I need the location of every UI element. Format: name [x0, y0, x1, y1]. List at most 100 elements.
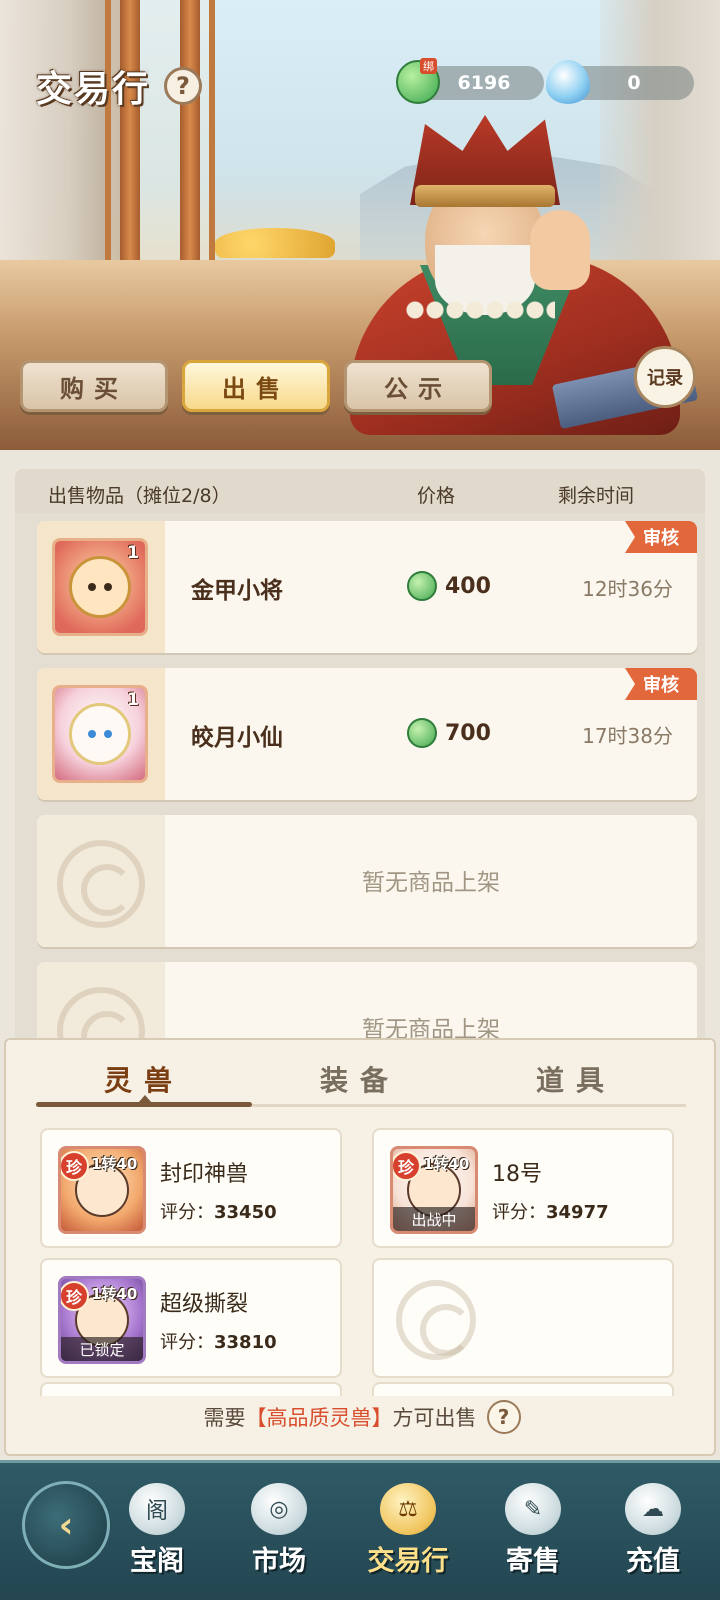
- bottom-nav: ‹ 阁 宝阁 ◎ 市场 ⚖ 交易行 ✎ 寄售 ☁ 充值: [0, 1460, 720, 1600]
- help-icon[interactable]: ?: [164, 67, 203, 105]
- nav-label: 寄售: [506, 1546, 560, 1577]
- row-icon-area: [37, 815, 165, 947]
- rare-badge: 珍: [393, 1151, 421, 1181]
- page-header: 交易行 ?: [36, 60, 203, 112]
- hint-highlight: 【高品质灵兽】: [245, 1406, 393, 1430]
- row-icon-area: [37, 962, 165, 1039]
- page-title: 交易行: [36, 69, 151, 110]
- beast-card[interactable]: 珍 1转40 出战中 18号 评分：34977: [372, 1128, 674, 1248]
- item-name: 皎月小仙: [191, 725, 283, 751]
- nav-item-consignment[interactable]: ✎ 寄售: [478, 1483, 588, 1578]
- review-badge: 审核: [625, 521, 697, 553]
- beast-name: 封印神兽: [160, 1162, 249, 1187]
- empty-slot[interactable]: 暂无商品上架: [37, 815, 697, 947]
- empty-slot[interactable]: 暂无商品上架: [37, 962, 697, 1039]
- level-tag: 1转40: [91, 1155, 138, 1173]
- beast-score: 评分：33810: [160, 1328, 277, 1354]
- beast-card[interactable]: 珍 1转40 封印神兽 评分：33450: [40, 1128, 342, 1248]
- nav-item-trading-house[interactable]: ⚖ 交易行: [352, 1483, 464, 1578]
- sell-requirement-hint: 需要 【高品质灵兽】 方可出售 ?: [6, 1400, 718, 1434]
- in-battle-status: 出战中: [393, 1207, 475, 1231]
- pet-face: [69, 703, 131, 765]
- sell-row[interactable]: 1 皎月小仙 700 17时38分 审核: [37, 668, 697, 800]
- scales-icon: ⚖: [380, 1483, 436, 1535]
- remaining-time: 12时36分: [582, 577, 673, 601]
- sell-list-header: 出售物品（摊位2/8） 价格 剩余时间: [15, 469, 705, 513]
- sell-row[interactable]: 1 金甲小将 400 12时36分 审核: [37, 521, 697, 653]
- beast-avatar: 珍 1转40: [58, 1146, 146, 1234]
- pillar: [180, 0, 200, 300]
- bound-tag: 绑: [420, 58, 437, 74]
- pet-avatar: 1: [52, 685, 148, 783]
- coin-icon: ◎: [251, 1483, 307, 1535]
- row-icon-area: 1: [37, 521, 165, 653]
- empty-swirl-icon: [57, 987, 145, 1039]
- score-value: 34977: [546, 1202, 609, 1223]
- empty-slot-text: 暂无商品上架: [362, 1017, 500, 1039]
- jade-coin-icon: [407, 718, 437, 748]
- tab-buy[interactable]: 购买: [20, 360, 168, 412]
- nav-label: 充值: [626, 1546, 680, 1577]
- pillar: [120, 0, 140, 300]
- merchant-hat-band: [415, 185, 555, 207]
- nav-label: 宝阁: [130, 1546, 184, 1577]
- score-label: 评分：: [492, 1202, 546, 1223]
- item-count: 1: [127, 543, 139, 563]
- active-tab-caret: [138, 1095, 152, 1103]
- rare-badge: 珍: [61, 1151, 89, 1181]
- column-header-time: 剩余时间: [558, 485, 635, 507]
- nav-label: 交易行: [367, 1546, 449, 1577]
- level-tag: 1转40: [423, 1155, 470, 1173]
- column-header-item: 出售物品（摊位2/8）: [48, 485, 231, 507]
- item-price: 700: [407, 718, 491, 748]
- beast-name: 18号: [492, 1162, 542, 1187]
- rare-badge: 珍: [61, 1281, 89, 1311]
- scroll-icon: ✎: [505, 1483, 561, 1535]
- nav-item-market[interactable]: ◎ 市场: [224, 1483, 334, 1578]
- nav-item-treasure-pavilion[interactable]: 阁 宝阁: [102, 1483, 212, 1578]
- price-value: 700: [445, 720, 491, 746]
- help-icon[interactable]: ?: [486, 1400, 521, 1434]
- merchant-beads: [405, 300, 555, 320]
- score-value: 33450: [214, 1202, 277, 1223]
- beast-avatar: 珍 1转40 已锁定: [58, 1276, 146, 1364]
- back-arrow-icon[interactable]: ‹: [22, 1481, 110, 1569]
- price-value: 400: [445, 573, 491, 599]
- trade-tabs: 购买 出售 公示: [20, 360, 492, 412]
- sell-list-panel: 出售物品（摊位2/8） 价格 剩余时间 1 金甲小将 400 12时36分 审核…: [15, 469, 705, 1039]
- beast-avatar: 珍 1转40 出战中: [390, 1146, 478, 1234]
- cloud-icon: ☁: [625, 1483, 681, 1535]
- beast-score: 评分：33450: [160, 1198, 277, 1224]
- remaining-time: 17时38分: [582, 724, 673, 748]
- hint-prefix: 需要: [203, 1406, 246, 1430]
- tab-equipment[interactable]: 装备: [252, 1054, 468, 1104]
- nav-item-recharge[interactable]: ☁ 充值: [598, 1483, 708, 1578]
- tab-items[interactable]: 道具: [468, 1054, 684, 1104]
- nav-label: 市场: [252, 1546, 306, 1577]
- banner-scene: 交易行 ? 6196 绑 0 购买 出售 公示 记录: [0, 0, 720, 450]
- inventory-panel: 灵兽 装备 道具 珍 1转40 封印神兽 评分：33450 珍 1转40 出战中…: [4, 1038, 716, 1456]
- gold-pile: [215, 228, 335, 258]
- jade-coin-icon: [407, 571, 437, 601]
- review-badge: 审核: [625, 668, 697, 700]
- beast-score: 评分：34977: [492, 1198, 609, 1224]
- item-name: 金甲小将: [191, 578, 283, 604]
- row-icon-area: 1: [37, 668, 165, 800]
- score-label: 评分：: [160, 1202, 214, 1223]
- beast-card[interactable]: 珍 1转40 已锁定 超级撕裂 评分：33810: [40, 1258, 342, 1378]
- tab-announce[interactable]: 公示: [344, 360, 492, 412]
- empty-beast-slot: [372, 1258, 674, 1378]
- score-value: 33810: [214, 1332, 277, 1353]
- locked-status: 已锁定: [61, 1337, 143, 1361]
- empty-swirl-icon: [396, 1280, 476, 1360]
- pet-avatar: 1: [52, 538, 148, 636]
- pet-face: [69, 556, 131, 618]
- item-price: 400: [407, 571, 491, 601]
- beast-card-partial: [372, 1382, 674, 1396]
- beast-card-partial: [40, 1382, 342, 1396]
- merchant-hand: [530, 210, 590, 290]
- record-button[interactable]: 记录: [634, 346, 696, 408]
- tab-sell[interactable]: 出售: [182, 360, 330, 412]
- level-tag: 1转40: [91, 1285, 138, 1303]
- score-label: 评分：: [160, 1332, 214, 1353]
